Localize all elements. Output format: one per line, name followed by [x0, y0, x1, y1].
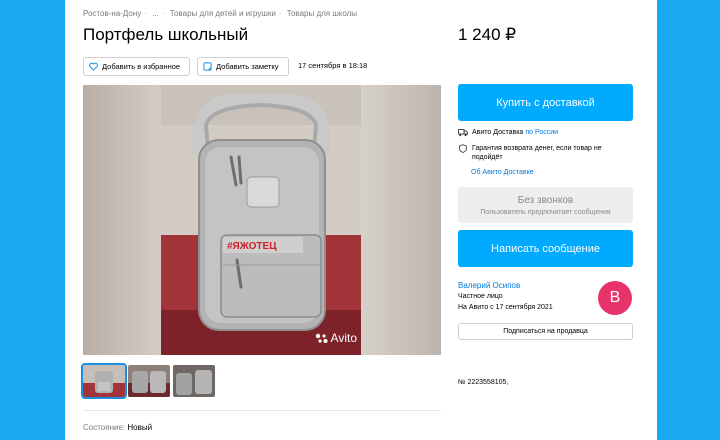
- no-calls-box: Без звонков Пользователь предпочитает со…: [458, 187, 633, 223]
- breadcrumb-category[interactable]: Товары для детей и игрушки: [170, 9, 276, 18]
- breadcrumb: Ростов-на-Дону · ... · Товары для детей и …: [83, 9, 360, 18]
- ad-number: № 2223558105,: [458, 379, 509, 386]
- breadcrumb-city[interactable]: Ростов-на-Дону: [83, 9, 141, 18]
- condition-value: Новый: [127, 423, 153, 432]
- listing-price: 1 240 ₽: [458, 25, 517, 44]
- listing-title: Портфель школьный: [83, 25, 249, 44]
- delivery-info: Авито Доставка по России: [458, 128, 558, 137]
- heart-icon: [89, 62, 98, 71]
- condition-label: Состояние:: [83, 423, 126, 432]
- about-delivery-link[interactable]: Об Авито Доставке: [471, 169, 534, 176]
- seller-name-link[interactable]: Валерий Осипов: [458, 281, 520, 290]
- breadcrumb-ellipsis[interactable]: ...: [152, 9, 159, 18]
- thumbnail-1[interactable]: [81, 363, 127, 399]
- watermark-text: Avito: [330, 331, 357, 345]
- thumbnail-3[interactable]: [173, 365, 215, 397]
- add-to-favorites-label: Добавить в избранное: [102, 62, 181, 71]
- avito-watermark: Avito: [315, 331, 357, 345]
- guarantee-info: Гарантия возврата денег, если товар не п…: [458, 144, 628, 162]
- truck-icon: [458, 128, 468, 137]
- seller-since: На Авито с 17 сентября 2021: [458, 304, 553, 311]
- buy-with-delivery-button[interactable]: Купить с доставкой: [458, 84, 633, 121]
- add-note-label: Добавить заметку: [216, 62, 279, 71]
- thumbnail-2[interactable]: [128, 365, 170, 397]
- divider: [83, 410, 441, 411]
- add-to-favorites-button[interactable]: Добавить в избранное: [83, 57, 190, 76]
- avito-logo-icon: [315, 333, 328, 343]
- shield-icon: [458, 144, 468, 153]
- guarantee-text: Гарантия возврата денег, если товар не п…: [472, 145, 602, 161]
- publish-date: 17 сентября в 18:18: [298, 61, 368, 70]
- breadcrumb-separator: ·: [278, 9, 282, 18]
- main-photo[interactable]: #ЯЖОТЕЦ Avito: [83, 85, 441, 355]
- photo-blur-right: [361, 85, 441, 355]
- write-message-button[interactable]: Написать сообщение: [458, 230, 633, 267]
- photo-thumbnails: [81, 363, 215, 399]
- no-calls-title: Без звонков: [517, 194, 574, 206]
- note-icon: [203, 62, 212, 71]
- listing-page: Ростов-на-Дону · ... · Товары для детей и …: [65, 0, 657, 440]
- photo-blur-left: [83, 85, 161, 355]
- condition: Состояние: Новый: [83, 423, 152, 432]
- breadcrumb-separator: ·: [161, 9, 165, 18]
- breadcrumb-separator: ·: [144, 9, 147, 18]
- no-calls-subtitle: Пользователь предпочитает сообщения: [480, 208, 611, 216]
- backpack-tag: #ЯЖОТЕЦ: [227, 241, 277, 252]
- breadcrumb-subcategory[interactable]: Товары для школы: [287, 9, 357, 18]
- backpack-image: #ЯЖОТЕЦ: [161, 85, 361, 355]
- seller-type: Частное лицо: [458, 293, 503, 300]
- add-note-button[interactable]: Добавить заметку: [197, 57, 289, 76]
- subscribe-seller-button[interactable]: Подписаться на продавца: [458, 323, 633, 340]
- delivery-text: Авито Доставка: [472, 129, 524, 136]
- delivery-region-link[interactable]: по России: [525, 129, 558, 136]
- seller-avatar[interactable]: В: [598, 281, 632, 315]
